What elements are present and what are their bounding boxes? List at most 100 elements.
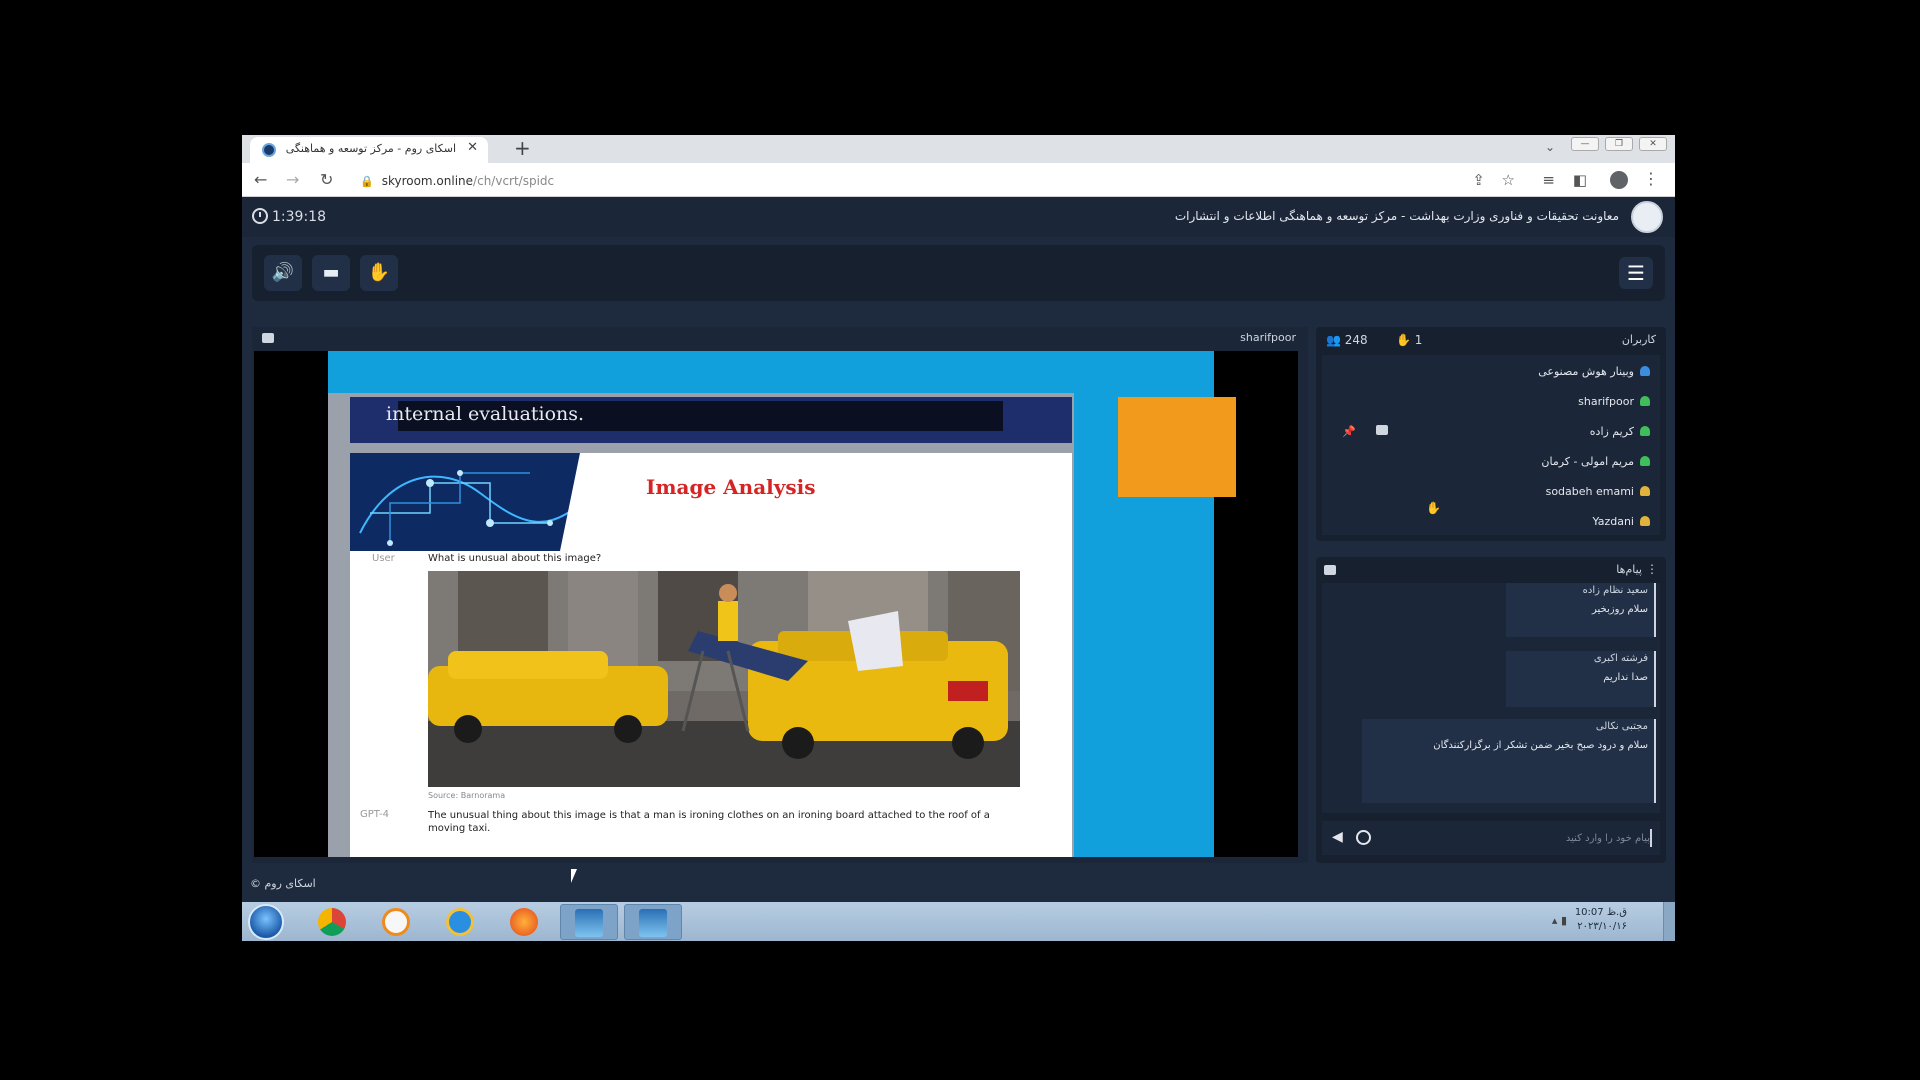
browser-tab[interactable]: اسکای روم - مرکز توسعه و هماهنگی ✕ <box>250 137 488 163</box>
clock-icon <box>252 208 268 224</box>
user-label: User <box>372 553 395 564</box>
hand-icon: ✋ <box>1396 333 1415 347</box>
message-text: صدا نداریم <box>1603 672 1648 683</box>
user-count-value: 248 <box>1344 333 1368 347</box>
messages-list: سعید نظام زاده سلام روزبخیر فرشته اکبری … <box>1322 583 1660 813</box>
start-button[interactable] <box>248 904 284 940</box>
message-sender: مجتبی نکالی <box>1595 721 1648 732</box>
taxi-ironing-photo <box>428 571 1020 787</box>
circuit-head-image <box>350 453 620 551</box>
folder-icon[interactable]: ▬ <box>312 255 350 291</box>
tray-arrow-icon[interactable]: ▴ <box>1552 914 1558 927</box>
minimize-button[interactable]: — <box>1571 137 1599 151</box>
user-name: sodabeh emami <box>1545 485 1634 498</box>
user-icon <box>1640 396 1650 406</box>
user-icon <box>1640 486 1650 496</box>
user-row[interactable]: sodabeh emami <box>1546 485 1650 498</box>
app-taskbar-item[interactable] <box>560 904 618 940</box>
room-logo <box>1631 201 1663 233</box>
user-row[interactable]: کریم زاده <box>1590 425 1650 438</box>
screen-share-icon[interactable] <box>1376 425 1388 435</box>
hand-count-value: 1 <box>1414 333 1423 347</box>
firefox-taskbar-item[interactable] <box>496 904 554 940</box>
user-row[interactable]: sharifpoor <box>1578 395 1650 408</box>
speaker-icon[interactable]: 🔊 <box>264 255 302 291</box>
back-arrow-icon[interactable]: ← <box>254 170 267 189</box>
tray-time: 10:07 ق.ظ <box>1574 907 1627 918</box>
lock-icon: 🔒 <box>360 175 374 188</box>
new-tab-button[interactable]: + <box>514 136 531 160</box>
window-app-icon <box>575 909 603 937</box>
slide-top-text: internal evaluations. <box>386 403 585 425</box>
browser-menu-icon[interactable]: ⋮ <box>1643 169 1659 188</box>
screen: اسکای روم - مرکز توسعه و هماهنگی ✕ + ⌄ —… <box>242 135 1675 941</box>
users-panel: کاربران 👥 248 ✋ 1 وبینار هوش مصنوعی shar… <box>1316 327 1666 541</box>
emoji-icon[interactable] <box>1356 830 1371 845</box>
side-panel-icon[interactable]: ◧ <box>1573 171 1587 189</box>
chat-bubble-icon <box>1324 565 1336 575</box>
session-timer: 1:39:18 <box>252 208 326 225</box>
presenter-name: sharifpoor <box>1240 331 1296 344</box>
forward-arrow-icon[interactable]: → <box>286 170 299 189</box>
windows-taskbar: ▴ ▮ 10:07 ق.ظ ۲۰۲۳/۱۰/۱۶ <box>242 902 1675 941</box>
chevron-down-icon[interactable]: ⌄ <box>1545 140 1555 154</box>
message-sender: فرشته اکبری <box>1593 653 1648 664</box>
user-row[interactable]: وبینار هوش مصنوعی <box>1538 365 1650 378</box>
toolbar: 🔊 ▬ ✋ ☰ <box>252 245 1665 301</box>
users-icon: 👥 <box>1326 333 1345 347</box>
tab-title: اسکای روم - مرکز توسعه و هماهنگی <box>286 142 456 155</box>
pin-icon[interactable]: 📌 <box>1342 425 1356 438</box>
user-name: وبینار هوش مصنوعی <box>1538 365 1634 378</box>
messages-panel: پیام‌ها ⋮ سعید نظام زاده سلام روزبخیر فر… <box>1316 557 1666 863</box>
user-icon <box>1640 516 1650 526</box>
url-host: skyroom.online <box>381 174 474 188</box>
skyroom-favicon-icon <box>262 143 276 157</box>
window-app-icon <box>639 909 667 937</box>
more-options-icon[interactable]: ⋮ <box>1646 562 1658 576</box>
media-player-icon <box>382 908 410 936</box>
chat-icon[interactable] <box>262 333 274 343</box>
tray-clock[interactable]: 10:07 ق.ظ ۲۰۲۳/۱۰/۱۶ <box>1575 906 1627 934</box>
message-text: سلام روزبخیر <box>1592 604 1648 615</box>
reading-list-icon[interactable]: ≡ <box>1542 171 1555 189</box>
user-row[interactable]: Yazdani <box>1593 515 1650 528</box>
url-path: /ch/vcrt/spidc <box>473 174 555 188</box>
tab-close-icon[interactable]: ✕ <box>467 140 478 155</box>
ie-taskbar-item[interactable] <box>432 904 490 940</box>
chrome-icon <box>318 908 346 936</box>
chrome-taskbar-item[interactable] <box>304 904 362 940</box>
presentation-header: sharifpoor <box>252 327 1308 351</box>
room-title: معاونت تحقیقات و فناوری وزارت بهداشت - م… <box>1174 209 1619 223</box>
users-list: وبینار هوش مصنوعی sharifpoor کریم زاده م… <box>1322 355 1660 535</box>
system-tray[interactable]: ▴ ▮ <box>1552 914 1567 927</box>
slide-card: Image Analysis User What is unusual abou… <box>350 453 1072 857</box>
network-icon[interactable]: ▮ <box>1561 914 1567 927</box>
reload-icon[interactable]: ↻ <box>320 170 333 189</box>
timer-value: 1:39:18 <box>272 209 326 225</box>
send-icon[interactable]: ◀ <box>1332 829 1343 845</box>
tray-date: ۲۰۲۳/۱۰/۱۶ <box>1577 921 1627 932</box>
presentation-panel: sharifpoor internal evaluations. Image A… <box>252 327 1308 863</box>
internet-explorer-icon <box>446 908 474 936</box>
message-text: سلام و درود صبح بخیر ضمن تشکر از برگزارک… <box>1433 740 1648 751</box>
message-input[interactable] <box>1412 829 1652 847</box>
user-name: Yazdani <box>1592 515 1634 528</box>
maximize-button[interactable]: ❐ <box>1605 137 1633 151</box>
slide: internal evaluations. Image Analysis Use… <box>328 393 1074 857</box>
slide-orange-block <box>1118 397 1236 497</box>
user-name: کریم زاده <box>1589 425 1634 438</box>
app-taskbar-item[interactable] <box>624 904 682 940</box>
user-icon <box>1640 456 1650 466</box>
raise-hand-icon[interactable]: ✋ <box>360 255 398 291</box>
media-player-taskbar-item[interactable] <box>368 904 426 940</box>
user-row[interactable]: مریم امولی - کرمان <box>1541 455 1650 468</box>
menu-icon[interactable]: ☰ <box>1619 257 1653 289</box>
profile-icon[interactable] <box>1610 171 1628 189</box>
message-item: سعید نظام زاده سلام روزبخیر <box>1506 583 1656 637</box>
message-item: فرشته اکبری صدا نداریم <box>1506 651 1656 707</box>
url-field[interactable]: 🔒 skyroom.online/ch/vcrt/spidc <box>360 174 554 188</box>
show-desktop-button[interactable] <box>1663 902 1675 941</box>
star-icon[interactable]: ☆ <box>1502 171 1515 189</box>
share-icon[interactable]: ⇪ <box>1472 171 1485 189</box>
close-window-button[interactable]: ✕ <box>1639 137 1667 151</box>
